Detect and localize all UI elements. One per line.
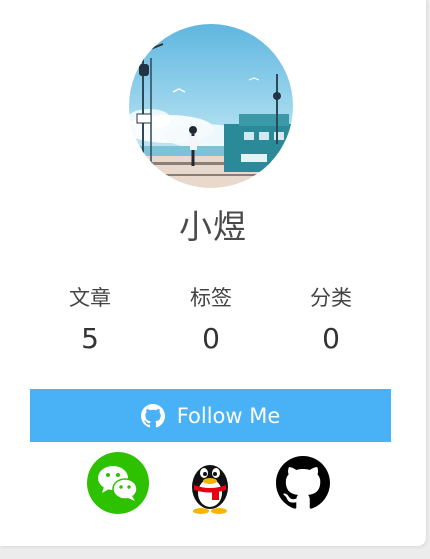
github-link[interactable]: [270, 450, 336, 516]
avatar[interactable]: [129, 24, 293, 188]
stat-label-categories[interactable]: 分类: [291, 282, 371, 312]
github-icon: [276, 456, 330, 509]
stat-value-articles[interactable]: 5: [50, 322, 130, 355]
qq-link[interactable]: [177, 450, 243, 516]
profile-card: 小煜 文章 5 标签 0 分类 0 Follow Me: [0, 0, 426, 546]
profile-name: 小煜: [179, 207, 247, 246]
wechat-link[interactable]: [85, 450, 151, 516]
github-icon: [140, 403, 165, 427]
stat-value-categories[interactable]: 0: [291, 322, 371, 355]
avatar-illustration: [129, 24, 293, 188]
wechat-icon: [87, 452, 149, 514]
stat-value-tags[interactable]: 0: [171, 322, 251, 355]
stat-label-tags[interactable]: 标签: [171, 282, 251, 312]
stat-label-articles[interactable]: 文章: [50, 282, 130, 312]
follow-me-button[interactable]: Follow Me: [30, 389, 391, 442]
follow-me-label: Follow Me: [176, 403, 281, 428]
qq-penguin-icon: [192, 465, 228, 514]
